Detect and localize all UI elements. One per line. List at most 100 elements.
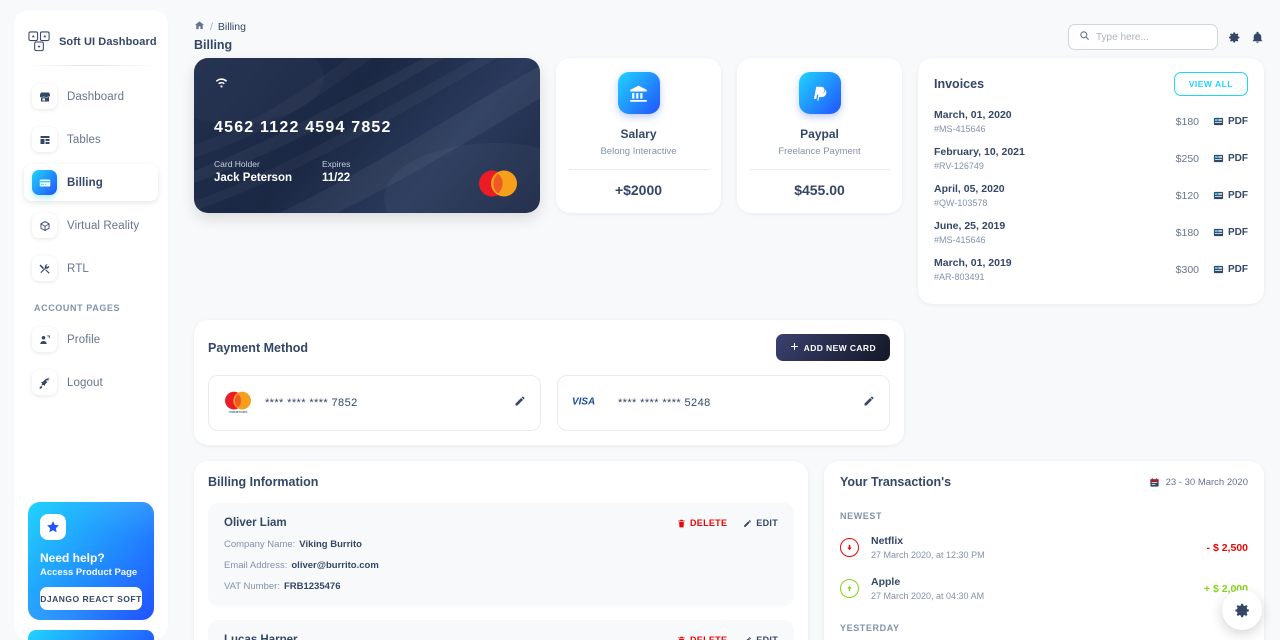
invoice-actions: $180 PDF [1176, 227, 1248, 239]
edit-label: EDIT [756, 518, 778, 528]
invoice-pdf-button[interactable]: PDF [1213, 264, 1248, 275]
card-footer: Card Holder Jack Peterson Expires 11/22 [214, 159, 520, 184]
delete-label: DELETE [689, 518, 728, 528]
email-value: oliver@burrito.com [291, 560, 379, 571]
payment-method-header: Payment Method ADD NEW CARD [208, 334, 890, 361]
email-label: Email Address: [224, 560, 288, 571]
edit-button[interactable]: EDIT [743, 635, 778, 640]
billing-item-header: Oliver Liam DELETE EDIT [224, 517, 778, 529]
payment-method-cards: mastercard **** **** **** 7852 VISA ****… [208, 375, 890, 431]
invoice-row: March, 01, 2019 #AR-803491 $300 PDF [934, 257, 1248, 282]
payment-card-mask: **** **** **** 5248 [618, 397, 711, 409]
gear-icon[interactable] [1228, 31, 1241, 44]
bell-icon[interactable] [1251, 31, 1264, 44]
product-page-button[interactable]: DJANGO REACT SOFT [40, 587, 142, 610]
invoice-amount: $250 [1175, 152, 1199, 165]
topbar-right [1068, 10, 1264, 50]
paypal-card: Paypal Freelance Payment $455.00 [737, 58, 902, 213]
payment-card-mastercard[interactable]: mastercard **** **** **** 7852 [208, 375, 541, 431]
help-card-subtitle: Access Product Page [40, 567, 138, 578]
bank-icon [617, 72, 660, 114]
invoices-title: Invoices [934, 77, 985, 91]
pencil-icon[interactable] [863, 394, 875, 412]
edit-button[interactable]: EDIT [743, 518, 778, 528]
billing-information-title: Billing Information [208, 475, 319, 489]
invoice-amount: $180 [1175, 226, 1199, 239]
invoice-date: February, 10, 2021 [934, 146, 1025, 158]
billing-item-name: Lucas Harper [224, 634, 298, 640]
invoice-pdf-button[interactable]: PDF [1213, 190, 1248, 201]
divider [568, 169, 709, 170]
vat-label: VAT Number: [224, 581, 280, 592]
payment-method-panel: Payment Method ADD NEW CARD mastercard *… [194, 320, 904, 445]
sidebar-item-logout[interactable]: Logout [24, 364, 158, 401]
sidebar-item-virtual-reality[interactable]: Virtual Reality [24, 207, 158, 244]
view-all-button[interactable]: VIEW ALL [1173, 72, 1248, 96]
sidebar-item-label: Virtual Reality [67, 219, 140, 232]
breadcrumb-current[interactable]: Billing [218, 21, 246, 33]
paypal-subtitle: Freelance Payment [778, 146, 861, 157]
arrow-down-icon [840, 538, 859, 557]
sidebar-item-profile[interactable]: Profile [24, 321, 158, 358]
sidebar-item-rtl[interactable]: RTL [24, 250, 158, 287]
transactions-panel: Your Transaction's 23 - 30 March 2020 NE… [824, 461, 1264, 640]
search-icon [1079, 28, 1090, 46]
invoices-header: Invoices VIEW ALL [934, 72, 1248, 96]
invoice-pdf-button[interactable]: PDF [1213, 227, 1248, 238]
paypal-icon [798, 72, 841, 114]
sidebar-section-title: ACCOUNT PAGES [34, 303, 121, 313]
pencil-icon[interactable] [514, 394, 526, 412]
sidebar-item-label: RTL [67, 262, 89, 275]
salary-amount: +$2000 [614, 182, 663, 198]
sidebar-divider [26, 65, 156, 66]
pdf-label: PDF [1228, 153, 1248, 164]
transaction-row: Netflix 27 March 2020, at 12:30 PM - $ 2… [840, 535, 1248, 560]
transactions-group-label: NEWEST [840, 511, 883, 521]
edit-label: EDIT [756, 635, 778, 640]
transactions-header: Your Transaction's 23 - 30 March 2020 [840, 475, 1248, 489]
invoice-pdf-button[interactable]: PDF [1213, 116, 1248, 127]
transaction-info: Apple 27 March 2020, at 04:30 AM [871, 576, 1204, 601]
svg-text:mastercard: mastercard [229, 410, 248, 414]
add-new-card-button[interactable]: ADD NEW CARD [775, 334, 890, 361]
billing-item-name: Oliver Liam [224, 517, 287, 529]
invoice-actions: $180 PDF [1176, 116, 1248, 128]
salary-card: Salary Belong Interactive +$2000 [556, 58, 721, 213]
payment-card-visa[interactable]: VISA **** **** **** 5248 [557, 375, 890, 431]
invoice-row: April, 05, 2020 #QW-103578 $120 PDF [934, 183, 1248, 208]
brand[interactable]: Soft UI Dashboard [14, 24, 168, 63]
invoice-actions: $250 PDF [1176, 153, 1248, 165]
vr-cube-icon [32, 213, 57, 238]
page-title: Billing [194, 38, 233, 52]
arrow-up-icon [840, 579, 859, 598]
invoice-amount: $120 [1175, 189, 1199, 202]
sidebar-item-tables[interactable]: Tables [24, 121, 158, 158]
star-icon [40, 514, 66, 540]
search-box[interactable] [1068, 24, 1218, 50]
sidebar-item-dashboard[interactable]: Dashboard [24, 78, 158, 115]
settings-tools-icon [32, 256, 57, 281]
pencil-icon [744, 519, 752, 527]
invoice-id: #RV-126749 [934, 161, 984, 171]
card-expires-label: Expires [322, 159, 351, 169]
transactions-date-range[interactable]: 23 - 30 March 2020 [1149, 477, 1248, 488]
payment-card-mask: **** **** **** 7852 [265, 397, 358, 409]
delete-button[interactable]: DELETE [677, 518, 727, 528]
pro-version-button[interactable]: PRO VERSION [28, 630, 154, 640]
invoice-pdf-button[interactable]: PDF [1213, 153, 1248, 164]
invoice-date: March, 01, 2019 [934, 257, 1012, 269]
sidebar-item-label: Profile [67, 333, 101, 346]
settings-fab-button[interactable] [1222, 590, 1262, 630]
brand-name: Soft UI Dashboard [59, 35, 157, 48]
delete-button[interactable]: DELETE [677, 635, 727, 640]
top-row: 4562 1122 4594 7852 Card Holder Jack Pet… [194, 58, 1264, 304]
help-card: Need help? Access Product Page DJANGO RE… [28, 502, 154, 620]
home-icon[interactable] [194, 20, 205, 34]
sidebar: Soft UI Dashboard Dashboard Tables Billi… [0, 0, 180, 640]
pdf-label: PDF [1228, 227, 1248, 238]
delete-label: DELETE [689, 635, 728, 640]
search-input[interactable] [1096, 31, 1206, 43]
sidebar-item-billing[interactable]: Billing [24, 164, 158, 201]
card-holder-label: Card Holder [214, 159, 260, 169]
invoice-info: March, 01, 2019 #AR-803491 [934, 257, 1012, 282]
